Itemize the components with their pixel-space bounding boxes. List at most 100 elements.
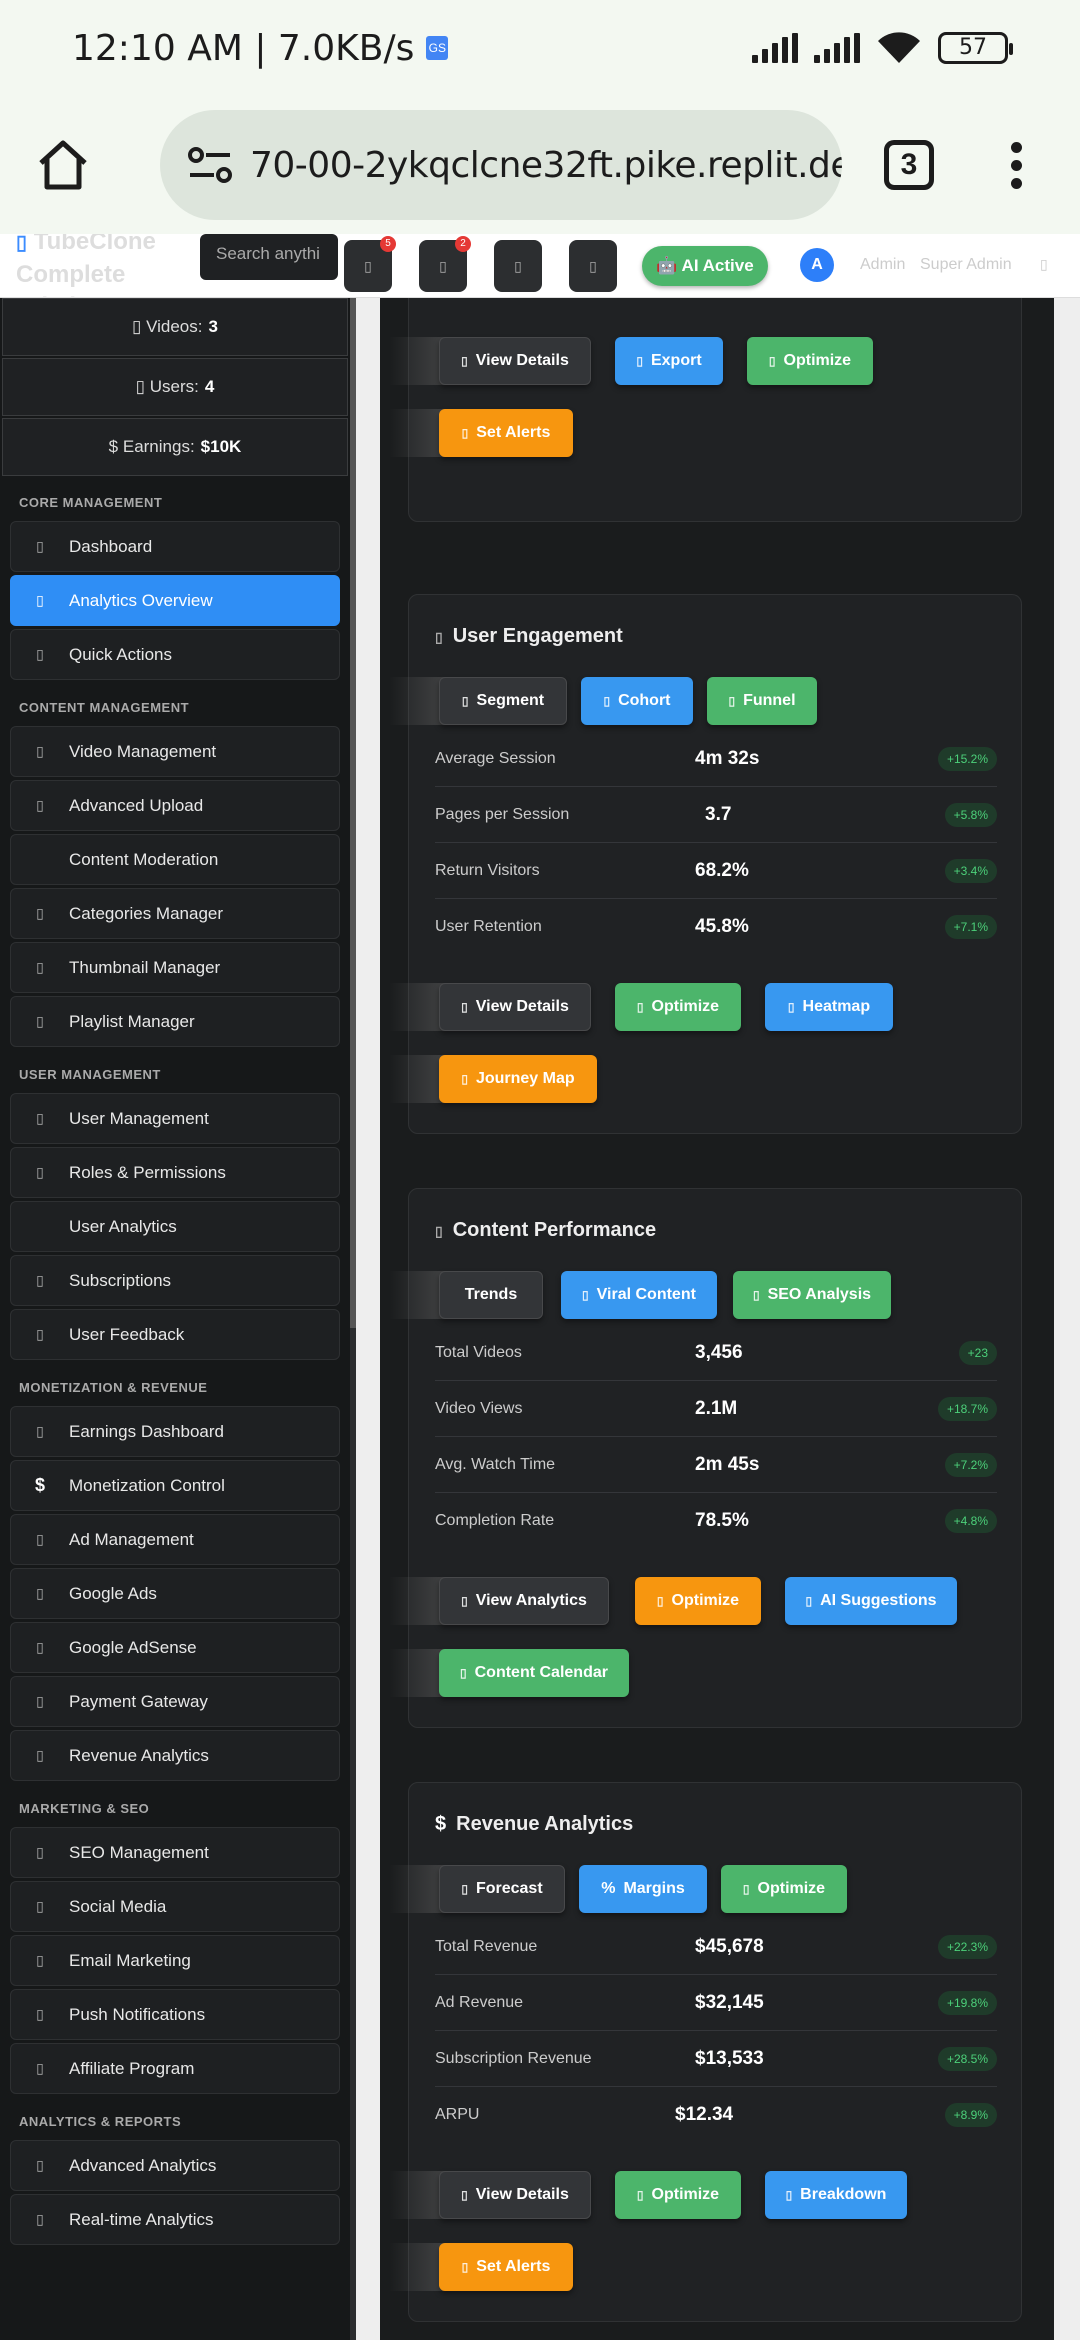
sidebar-item-content-moderation[interactable]: Content Moderation	[10, 834, 340, 885]
trending-up-icon: ▯	[36, 1747, 44, 1763]
sidebar-item-advanced-upload[interactable]: ▯ Advanced Upload	[10, 780, 340, 831]
home-button[interactable]	[30, 132, 96, 198]
sidebar-item-revenue-analytics[interactable]: ▯ Revenue Analytics	[10, 1730, 340, 1781]
breakdown-button[interactable]: ▯ Breakdown	[765, 2171, 907, 2219]
address-bar[interactable]: 70-00-2ykqclcne32ft.pike.replit.dev	[160, 110, 842, 220]
avatar[interactable]: A	[800, 248, 834, 282]
ai-active-button[interactable]: 🤖 AI Active	[642, 246, 768, 286]
sidebar-item-thumbnail-manager[interactable]: ▯ Thumbnail Manager	[10, 942, 340, 993]
content-gutter	[356, 298, 380, 2340]
sidebar-item-categories-manager[interactable]: ▯ Categories Manager	[10, 888, 340, 939]
sidebar-item-google-ads[interactable]: ▯ Google Ads	[10, 1568, 340, 1619]
sidebar-item-roles-permissions[interactable]: ▯ Roles & Permissions	[10, 1147, 340, 1198]
sidebar-item-realtime-analytics[interactable]: ▯ Real-time Analytics	[10, 2194, 340, 2245]
site-settings-icon[interactable]	[186, 145, 234, 185]
messages-button[interactable]: ▯ 2	[419, 236, 471, 292]
optimize-button[interactable]: ▯ Optimize	[635, 1577, 761, 1625]
sidebar-item-seo-management[interactable]: ▯ SEO Management	[10, 1827, 340, 1878]
video-icon: ▯	[435, 1223, 443, 1239]
wifi-icon	[878, 32, 920, 63]
journey-map-button[interactable]: ▯ Journey Map	[439, 1055, 597, 1103]
sidebar-item-payment-gateway[interactable]: ▯ Payment Gateway	[10, 1676, 340, 1727]
metric-row: User Retention 45.8% +7.1%	[435, 899, 997, 955]
metric-row: Total Revenue $45,678 +22.3%	[435, 1919, 997, 1975]
fire-icon: ▯	[787, 1000, 795, 1014]
change-badge: +8.9%	[944, 2103, 997, 2127]
mail-icon: ▯	[36, 1952, 44, 1968]
heatmap-button[interactable]: ▯ Heatmap	[765, 983, 893, 1031]
change-badge: +7.2%	[944, 1452, 997, 1477]
viral-content-button[interactable]: ▯ Viral Content	[561, 1271, 717, 1319]
expand-icon: ▯	[589, 257, 597, 274]
content-calendar-button[interactable]: ▯ Content Calendar	[439, 1649, 629, 1697]
ai-suggestions-button[interactable]: ▯ AI Suggestions	[785, 1577, 957, 1625]
sidebar-item-monetization-control[interactable]: $ Monetization Control	[10, 1460, 340, 1511]
trends-button[interactable]: Trends	[439, 1271, 543, 1319]
sidebar-item-video-management[interactable]: ▯ Video Management	[10, 726, 340, 777]
stat-videos: ▯ Videos: 3	[2, 298, 348, 356]
sidebar-item-analytics-overview[interactable]: ▯ Analytics Overview	[10, 575, 340, 626]
sidebar-item-push-notifications[interactable]: ▯ Push Notifications	[10, 1989, 340, 2040]
card-title: ▯ User Engagement	[435, 625, 623, 647]
segment-button[interactable]: ▯ Segment	[439, 677, 567, 725]
forecast-button[interactable]: ▯ Forecast	[439, 1865, 565, 1913]
sidebar-item-email-marketing[interactable]: ▯ Email Marketing	[10, 1935, 340, 1986]
user-name: Admin	[860, 256, 906, 273]
view-details-button[interactable]: ▯ View Details	[439, 2171, 591, 2219]
sidebar-item-subscriptions[interactable]: ▯ Subscriptions	[10, 1255, 340, 1306]
settings-button[interactable]: ▯	[494, 240, 542, 292]
optimize-button[interactable]: ▯ Optimize	[615, 983, 741, 1031]
funnel-button[interactable]: ▯ Funnel	[707, 677, 817, 725]
seo-analysis-button[interactable]: ▯ SEO Analysis	[733, 1271, 891, 1319]
view-details-button[interactable]: ▯ View Details	[439, 983, 591, 1031]
optimize-button[interactable]: ▯ Optimize	[615, 2171, 741, 2219]
web-app: ▯ TubeClone Complete Admin Search anythi…	[0, 234, 1080, 2340]
set-alerts-button[interactable]: ▯ Set Alerts	[439, 409, 573, 457]
change-badge: +19.8%	[937, 1990, 997, 2015]
sidebar-item-user-management[interactable]: ▯ User Management	[10, 1093, 340, 1144]
users-icon: ▯	[36, 1110, 44, 1126]
metric-row: Avg. Watch Time 2m 45s +7.2%	[435, 1437, 997, 1493]
section-title: CORE MANAGEMENT	[19, 495, 163, 510]
search-input[interactable]: Search anythi	[200, 234, 338, 280]
eye-icon: ▯	[461, 2188, 468, 2202]
sidebar-item-google-adsense[interactable]: ▯ Google AdSense	[10, 1622, 340, 1673]
sidebar-item-social-media[interactable]: ▯ Social Media	[10, 1881, 340, 1932]
browser-menu-button[interactable]	[996, 141, 1036, 189]
margins-button[interactable]: % Margins	[579, 1865, 707, 1913]
sidebar-item-dashboard[interactable]: ▯ Dashboard	[10, 521, 340, 572]
sidebar-item-playlist-manager[interactable]: ▯ Playlist Manager	[10, 996, 340, 1047]
notification-badge: 5	[380, 236, 396, 252]
section-title: CONTENT MANAGEMENT	[19, 700, 190, 715]
sidebar-item-user-analytics[interactable]: User Analytics	[10, 1201, 340, 1252]
lightning-icon: ▯	[36, 646, 44, 662]
metric-row: Average Session 4m 32s +15.2%	[435, 731, 997, 787]
fullscreen-button[interactable]: ▯	[569, 240, 617, 292]
sidebar-item-user-feedback[interactable]: ▯ User Feedback	[10, 1309, 340, 1360]
export-button[interactable]: ▯ Export	[615, 337, 723, 385]
sidebar-item-earnings-dashboard[interactable]: ▯ Earnings Dashboard	[10, 1406, 340, 1457]
metric-row: Return Visitors 68.2% +3.4%	[435, 843, 997, 899]
cohort-button[interactable]: ▯ Cohort	[581, 677, 693, 725]
bell-icon: ▯	[461, 426, 469, 440]
chevron-down-icon[interactable]: ▯	[1040, 256, 1048, 273]
card-content-performance: ▯ Content Performance Trends ▯ Viral Conte…	[389, 1188, 1022, 1728]
notifications-button[interactable]: ▯ 5	[344, 236, 396, 292]
optimize-button[interactable]: ▯ Optimize	[747, 337, 873, 385]
set-alerts-button[interactable]: ▯ Set Alerts	[439, 2243, 573, 2291]
content-scrollbar[interactable]	[1054, 298, 1080, 2340]
chart-icon: ▯	[36, 592, 44, 608]
sidebar-item-advanced-analytics[interactable]: ▯ Advanced Analytics	[10, 2140, 340, 2191]
sidebar-item-ad-management[interactable]: ▯ Ad Management	[10, 1514, 340, 1565]
card-top: ▯ View Details ▯ Export ▯ Optimize ▯ Set Ale…	[389, 298, 1022, 522]
tab-switcher-button[interactable]: 3	[884, 140, 934, 190]
rocket-icon: ▯	[742, 1882, 750, 1896]
view-analytics-button[interactable]: ▯ View Analytics	[439, 1577, 609, 1625]
sidebar-item-affiliate-program[interactable]: ▯ Affiliate Program	[10, 2043, 340, 2094]
sidebar-item-quick-actions[interactable]: ▯ Quick Actions	[10, 629, 340, 680]
eye-icon: ▯	[461, 1000, 468, 1014]
view-details-button[interactable]: ▯ View Details	[439, 337, 591, 385]
upload-icon: ▯	[36, 797, 44, 813]
calendar-icon: ▯	[460, 1666, 467, 1680]
optimize-button[interactable]: ▯ Optimize	[721, 1865, 847, 1913]
